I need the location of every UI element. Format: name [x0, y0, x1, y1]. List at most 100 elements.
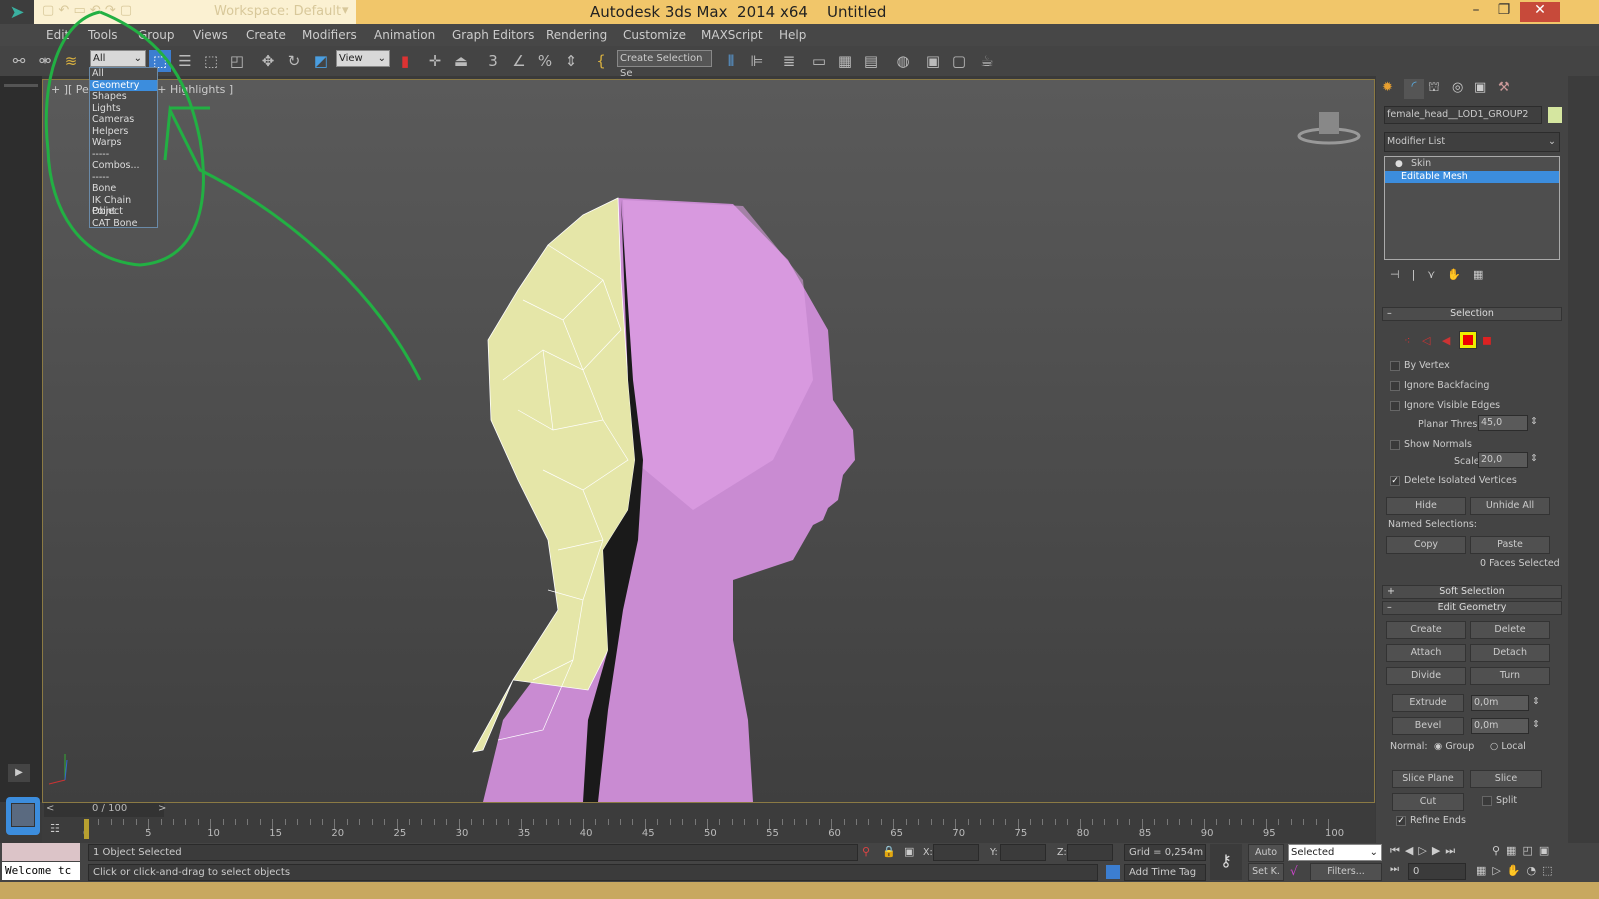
next-frame-button[interactable]: > [158, 803, 166, 814]
auto-key-button[interactable]: Auto [1248, 844, 1284, 862]
create-tab-icon[interactable]: ✹ [1382, 80, 1393, 95]
viewport-layout-tab[interactable] [6, 797, 40, 835]
menu-graph-editors[interactable]: Graph Editors [452, 28, 534, 42]
stack-item-editable-mesh[interactable]: Editable Mesh [1385, 171, 1559, 183]
move-icon[interactable]: ✥ [257, 50, 279, 72]
object-name-field[interactable]: female_head__LOD1_GROUP2 [1384, 106, 1542, 124]
named-selection-sets-select[interactable]: Create Selection Se [617, 50, 712, 79]
hide-button[interactable]: Hide [1386, 497, 1466, 515]
track-bar[interactable]: 0510152025303540455055606570758085909510… [83, 819, 1344, 841]
edit-geometry-rollout-header[interactable]: – Edit Geometry [1382, 601, 1562, 615]
schematic-view-icon[interactable]: ▤ [860, 50, 882, 72]
angle-snap-icon[interactable]: ∠ [508, 50, 530, 72]
menu-animation[interactable]: Animation [374, 28, 435, 42]
track-bar-toggle-icon[interactable]: ☷ [50, 822, 60, 835]
subobject-level-icons[interactable]: ⁖ ◁ ◀ [1404, 334, 1454, 347]
filter-option-combos[interactable]: Combos... [90, 160, 157, 172]
bevel-button[interactable]: Bevel [1392, 717, 1464, 735]
select-by-name-icon[interactable]: ☰ [174, 50, 196, 72]
menu-maxscript[interactable]: MAXScript [701, 28, 763, 42]
display-tab-icon[interactable]: ▣ [1474, 80, 1486, 95]
snaps-toggle-icon[interactable]: 3 [482, 50, 504, 72]
time-slider-handle[interactable] [84, 819, 89, 839]
viewcube[interactable] [1297, 112, 1361, 145]
key-mode-icon[interactable]: ⏭ [1390, 864, 1399, 875]
quick-access-icons[interactable]: ▢ ↶ ▭ ↶ ↷ ▢ [42, 3, 132, 18]
modifier-list-select[interactable]: Modifier List ⌄ [1384, 132, 1560, 152]
filter-option-all[interactable]: All [90, 68, 157, 80]
render-setup-icon[interactable]: ▣ [922, 50, 944, 72]
filter-option-helpers[interactable]: Helpers [90, 126, 157, 138]
ignore-backfacing-checkbox[interactable] [1390, 381, 1400, 391]
y-coordinate-field[interactable] [1000, 844, 1046, 861]
motion-tab-icon[interactable]: ◎ [1452, 80, 1463, 95]
delete-button[interactable]: Delete [1470, 621, 1550, 639]
key-filters-button[interactable]: Filters... [1310, 863, 1382, 881]
show-normals-checkbox[interactable] [1390, 440, 1400, 450]
add-time-tag-button[interactable]: Add Time Tag [1124, 864, 1206, 881]
filter-option-warps[interactable]: Warps [90, 137, 157, 149]
window-crossing-icon[interactable]: ◰ [226, 50, 248, 72]
menu-rendering[interactable]: Rendering [546, 28, 607, 42]
material-editor-icon[interactable]: ◍ [892, 50, 914, 72]
perspective-viewport[interactable]: + ][ Pers ooth + Highlights ] [42, 79, 1375, 803]
layer-explorer-icon[interactable]: ≣ [778, 50, 800, 72]
selection-filter-select[interactable]: All ⌄ [90, 50, 146, 67]
set-key-icon[interactable]: ⚷ [1210, 844, 1242, 880]
mirror-icon[interactable]: ⫴ [720, 50, 742, 72]
rotate-icon[interactable]: ↻ [283, 50, 305, 72]
extrude-amount-field[interactable]: 0,0m [1471, 695, 1529, 711]
bind-space-warp-icon[interactable]: ≋ [60, 50, 82, 72]
modify-tab-icon[interactable]: ◜ [1404, 79, 1424, 99]
scale-field[interactable]: 20,0 [1478, 452, 1528, 468]
slice-plane-button[interactable]: Slice Plane [1392, 770, 1464, 788]
turn-button[interactable]: Turn [1470, 667, 1550, 685]
rectangular-selection-icon[interactable]: ⬚ [200, 50, 222, 72]
curve-editor-icon[interactable]: ▦ [834, 50, 856, 72]
soft-selection-rollout-header[interactable]: + Soft Selection [1382, 585, 1562, 599]
toggle-ribbon-icon[interactable]: ▭ [808, 50, 830, 72]
absolute-mode-icon[interactable]: ▣ [904, 845, 914, 858]
menu-group[interactable]: Group [138, 28, 175, 42]
ignore-visible-edges-checkbox[interactable] [1390, 401, 1400, 411]
filter-option-lights[interactable]: Lights [90, 103, 157, 115]
set-key-button[interactable]: Set K. [1248, 863, 1284, 881]
link-icon[interactable]: ⚯ [8, 50, 30, 72]
key-filter-select[interactable]: Selected ⌄ [1288, 844, 1382, 861]
filter-option-cameras[interactable]: Cameras [90, 114, 157, 126]
by-vertex-checkbox[interactable] [1390, 361, 1400, 371]
hierarchy-tab-icon[interactable]: ⛫ [1428, 80, 1440, 97]
bevel-amount-field[interactable]: 0,0m [1471, 718, 1529, 734]
menu-customize[interactable]: Customize [623, 28, 686, 42]
x-coordinate-field[interactable] [933, 844, 979, 861]
viewport-navigation-controls-2[interactable]: ▦▷✋◔⬚ [1476, 864, 1559, 877]
scale-icon[interactable]: ◩ [310, 50, 332, 72]
close-button[interactable]: ✕ [1520, 2, 1560, 22]
spinner-icon[interactable]: ⇕ [1530, 416, 1538, 427]
rendered-frame-window-icon[interactable]: ▢ [948, 50, 970, 72]
object-color-swatch[interactable] [1548, 107, 1562, 123]
stack-item-skin[interactable]: Skin [1385, 158, 1559, 170]
refine-ends-checkbox[interactable]: ✓ [1396, 816, 1406, 826]
paste-button[interactable]: Paste [1470, 536, 1550, 554]
utilities-tab-icon[interactable]: ⚒ [1498, 80, 1510, 95]
menu-tools[interactable]: Tools [88, 28, 118, 42]
element-subobject-icon[interactable]: ◼ [1482, 333, 1492, 347]
menu-help[interactable]: Help [779, 28, 806, 42]
menu-views[interactable]: Views [193, 28, 228, 42]
stack-tools-icons[interactable]: ⊣|⋎✋▦ [1390, 268, 1495, 281]
selection-filter-dropdown[interactable]: All Geometry Shapes Lights Cameras Helpe… [89, 67, 158, 229]
select-manipulate-icon[interactable]: ✛ [424, 50, 446, 72]
filter-option-bone[interactable]: Bone [90, 183, 157, 195]
attach-button[interactable]: Attach [1386, 644, 1466, 662]
detach-button[interactable]: Detach [1470, 644, 1550, 662]
polygon-subobject-button[interactable] [1459, 331, 1477, 349]
percent-snap-icon[interactable]: % [534, 50, 556, 72]
workspace-selector[interactable]: Workspace: Default [214, 4, 341, 19]
spinner-icon[interactable]: ⇕ [1532, 696, 1540, 707]
slice-button[interactable]: Slice [1470, 770, 1542, 788]
filter-option-ik-chain[interactable]: IK Chain Object [90, 195, 157, 218]
lock-icon[interactable]: 🔒 [882, 845, 896, 858]
menu-create[interactable]: Create [246, 28, 286, 42]
render-teapot-icon[interactable]: ☕ [976, 50, 998, 72]
